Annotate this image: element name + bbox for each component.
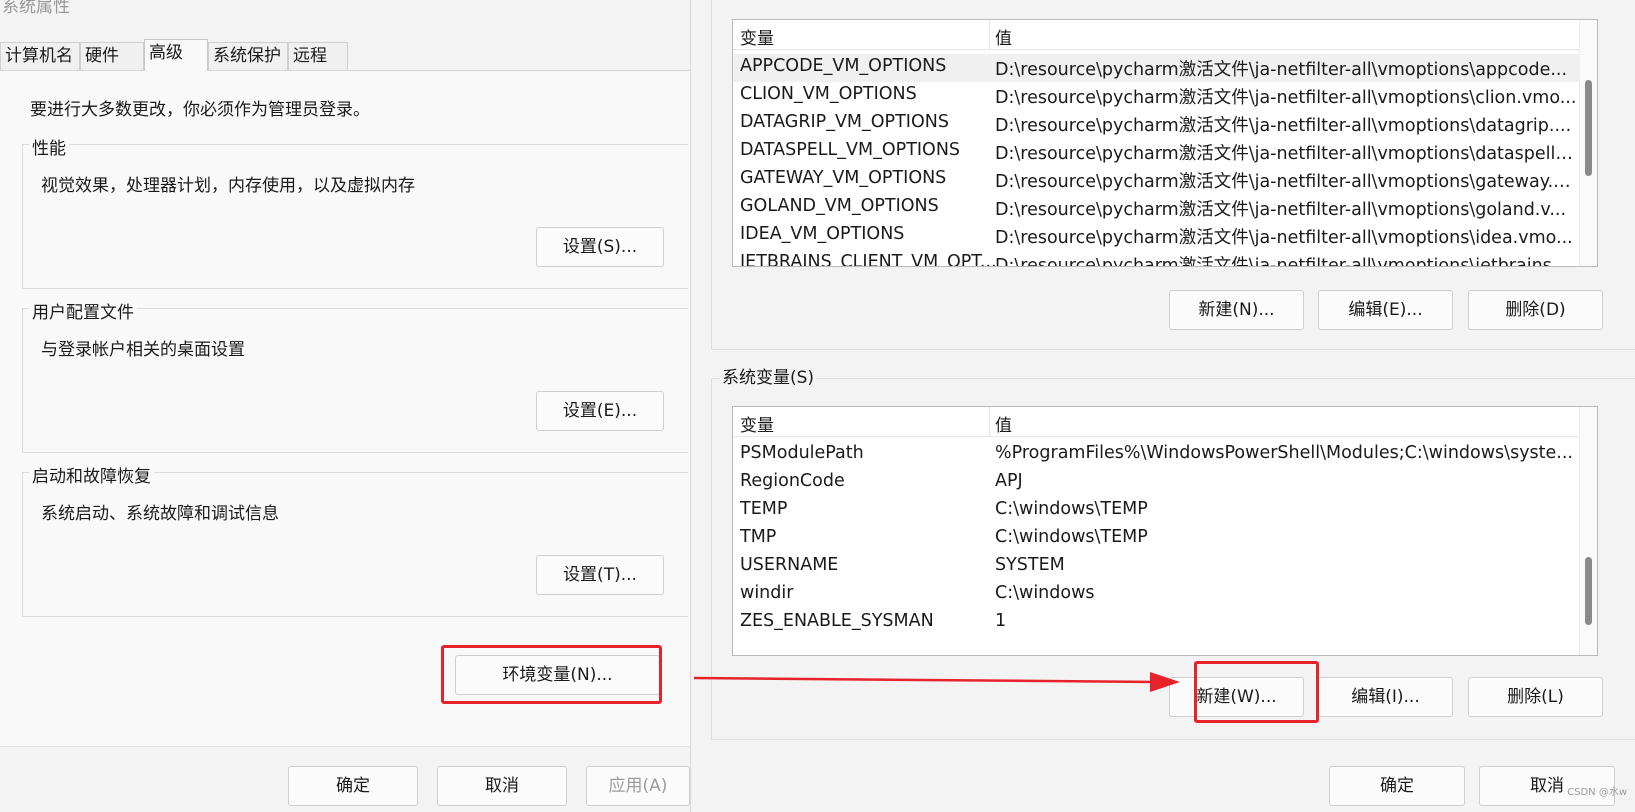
group-title: 启动和故障恢复 [29,462,154,487]
column-header-value[interactable]: 值 [995,24,1012,49]
scrollbar-thumb[interactable] [1585,557,1592,625]
column-header-variable[interactable]: 变量 [740,411,774,436]
variable-value: C:\windows\TEMP [995,527,1148,547]
system-variables-section: 系统变量(S) 变量 值 PSModulePath %ProgramFiles%… [711,363,1635,740]
list-item[interactable]: DATASPELL_VM_OPTIONS D:\resource\pycharm… [733,138,1597,166]
list-item[interactable]: ZES_ENABLE_SYSMAN 1 [733,609,1597,637]
list-item[interactable]: windir C:\windows [733,581,1597,609]
variable-value: APJ [995,471,1023,491]
list-item[interactable]: GATEWAY_VM_OPTIONS D:\resource\pycharm激活… [733,166,1597,194]
variable-value: 1 [995,611,1007,631]
user-var-new-button[interactable]: 新建(N)... [1169,290,1304,330]
variable-name: CLION_VM_OPTIONS [740,84,917,104]
column-divider[interactable] [989,407,990,437]
variable-value: %ProgramFiles%\WindowsPowerShell\Modules… [995,443,1573,463]
environment-variables-dialog: 变量 值 APPCODE_VM_OPTIONS D:\resource\pych… [690,0,1635,812]
list-item[interactable]: CLION_VM_OPTIONS D:\resource\pycharm激活文件… [733,82,1597,110]
variable-name: GOLAND_VM_OPTIONS [740,196,939,216]
variable-name: PSModulePath [740,443,864,463]
ok-button[interactable]: 确定 [288,766,418,806]
list-item[interactable]: IDEA_VM_OPTIONS D:\resource\pycharm激活文件\… [733,222,1597,250]
tab-hardware[interactable]: 硬件 [80,42,144,70]
tab-bar: 计算机名 硬件 高级 系统保护 远程 [0,39,690,71]
variable-value: D:\resource\pycharm激活文件\ja-netfilter-all… [995,116,1572,136]
vertical-scrollbar[interactable] [1579,407,1597,655]
variable-name: TEMP [740,499,788,519]
list-item[interactable]: USERNAME SYSTEM [733,553,1597,581]
variable-name: USERNAME [740,555,839,575]
tab-advanced[interactable]: 高级 [144,39,208,71]
system-variables-list[interactable]: 变量 值 PSModulePath %ProgramFiles%\Windows… [732,406,1598,656]
variable-name: windir [740,583,794,603]
tab-remote[interactable]: 远程 [288,42,348,70]
tab-system-protection[interactable]: 系统保护 [208,42,288,70]
column-divider[interactable] [989,20,990,50]
variable-value: D:\resource\pycharm激活文件\ja-netfilter-all… [995,144,1577,164]
variable-name: TMP [740,527,777,547]
variable-value: C:\windows [995,583,1095,603]
list-item[interactable]: RegionCode APJ [733,469,1597,497]
group-performance: 性能 视觉效果，处理器计划，内存使用，以及虚拟内存 设置(S)... [22,134,688,289]
variable-value: C:\windows\TEMP [995,499,1148,519]
variable-name: DATASPELL_VM_OPTIONS [740,140,961,160]
group-title: 用户配置文件 [29,298,137,323]
watermark: CSDN @水w [1567,787,1627,798]
list-item[interactable]: APPCODE_VM_OPTIONS D:\resource\pycharm激活… [733,54,1597,82]
performance-settings-button[interactable]: 设置(S)... [536,227,664,267]
column-header-value[interactable]: 值 [995,411,1012,436]
group-title: 性能 [29,134,69,159]
variable-name: IDEA_VM_OPTIONS [740,224,905,244]
system-properties-dialog: 系统属性 计算机名 硬件 高级 系统保护 远程 要进行大多数更改，你必须作为管理… [0,0,690,812]
variable-value: D:\resource\pycharm激活文件\ja-netfilter-all… [995,172,1577,192]
startup-recovery-settings-button[interactable]: 设置(T)... [536,555,664,595]
list-item[interactable]: TEMP C:\windows\TEMP [733,497,1597,525]
variable-value: D:\resource\pycharm激活文件\ja-netfilter-all… [995,88,1577,108]
system-var-delete-button[interactable]: 删除(L) [1468,677,1603,717]
system-var-edit-button[interactable]: 编辑(I)... [1318,677,1453,717]
scrollbar-thumb[interactable] [1585,80,1592,176]
tab-computer-name[interactable]: 计算机名 [0,42,80,70]
variable-name: RegionCode [740,471,845,491]
list-item[interactable]: JETBRAINS_CLIENT_VM_OPT... D:\resource\p… [733,250,1597,267]
vertical-scrollbar[interactable] [1579,20,1597,266]
variable-name: ZES_ENABLE_SYSMAN [740,611,934,631]
variable-value: D:\resource\pycharm激活文件\ja-netfilter-all… [995,256,1569,267]
group-description: 与登录帐户相关的桌面设置 [41,340,245,360]
variable-name: JETBRAINS_CLIENT_VM_OPT... [740,252,997,267]
group-startup-recovery: 启动和故障恢复 系统启动、系统故障和调试信息 设置(T)... [22,462,688,617]
column-header-variable[interactable]: 变量 [740,24,774,49]
group-user-profiles: 用户配置文件 与登录帐户相关的桌面设置 设置(E)... [22,298,688,453]
dialog-footer: 确定 取消 应用(A) [0,746,690,812]
list-item[interactable]: GOLAND_VM_OPTIONS D:\resource\pycharm激活文… [733,194,1597,222]
variable-value: SYSTEM [995,555,1065,575]
list-item[interactable]: PSModulePath %ProgramFiles%\WindowsPower… [733,441,1597,469]
cancel-button[interactable]: 取消 [437,766,567,806]
user-var-delete-button[interactable]: 删除(D) [1468,290,1603,330]
environment-variables-button[interactable]: 环境变量(N)... [455,655,660,695]
list-header: 变量 值 [733,407,1597,437]
user-profiles-settings-button[interactable]: 设置(E)... [536,391,664,431]
apply-button[interactable]: 应用(A) [586,766,690,806]
variable-value: D:\resource\pycharm激活文件\ja-netfilter-all… [995,60,1568,80]
user-variables-list[interactable]: 变量 值 APPCODE_VM_OPTIONS D:\resource\pych… [732,19,1598,267]
env-ok-button[interactable]: 确定 [1329,766,1465,806]
user-variables-section: 变量 值 APPCODE_VM_OPTIONS D:\resource\pych… [711,0,1635,350]
variable-name: GATEWAY_VM_OPTIONS [740,168,947,188]
variable-value: D:\resource\pycharm激活文件\ja-netfilter-all… [995,200,1567,220]
advanced-tab-panel: 要进行大多数更改，你必须作为管理员登录。 性能 视觉效果，处理器计划，内存使用，… [0,70,690,746]
user-var-edit-button[interactable]: 编辑(E)... [1318,290,1453,330]
admin-note: 要进行大多数更改，你必须作为管理员登录。 [30,100,370,120]
group-description: 系统启动、系统故障和调试信息 [41,504,279,524]
system-var-new-button[interactable]: 新建(W)... [1169,677,1304,717]
dialog-title: 系统属性 [2,0,70,17]
variable-name: DATAGRIP_VM_OPTIONS [740,112,949,132]
list-item[interactable]: DATAGRIP_VM_OPTIONS D:\resource\pycharm激… [733,110,1597,138]
section-title: 系统变量(S) [720,363,817,388]
list-item[interactable]: TMP C:\windows\TEMP [733,525,1597,553]
variable-name: APPCODE_VM_OPTIONS [740,56,947,76]
variable-value: D:\resource\pycharm激活文件\ja-netfilter-all… [995,228,1573,248]
list-header: 变量 值 [733,20,1597,50]
group-description: 视觉效果，处理器计划，内存使用，以及虚拟内存 [41,176,415,196]
